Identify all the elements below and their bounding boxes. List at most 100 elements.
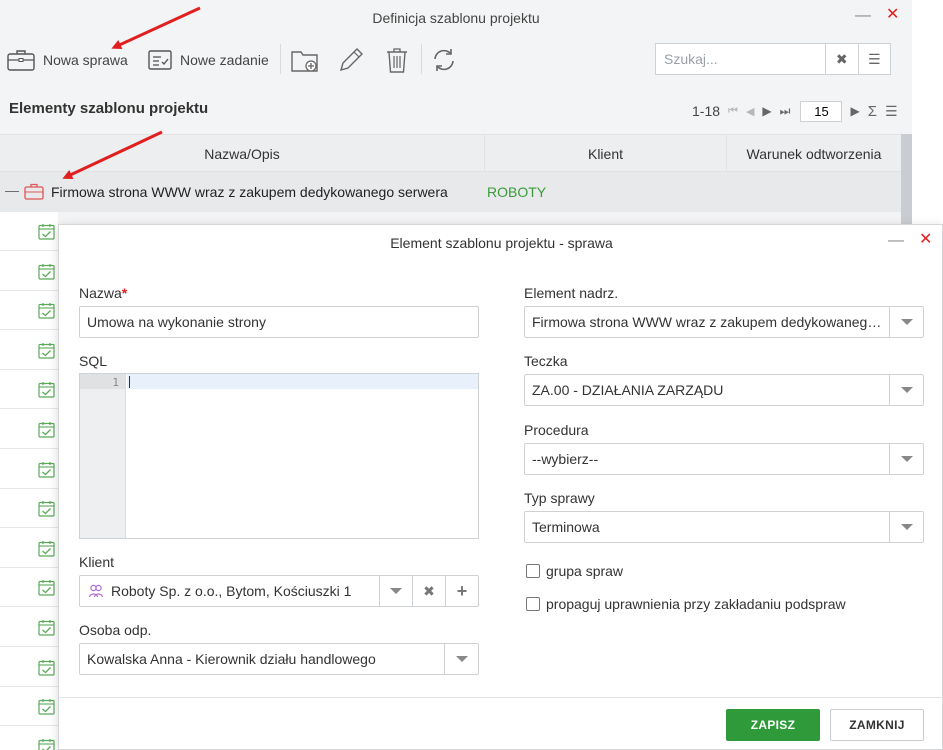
dialog-footer: ZAPISZ ZAMKNIJ (59, 697, 942, 749)
folder-select[interactable]: ZA.00 - DZIAŁANIA ZARZĄDU (524, 374, 924, 406)
sql-gutter: 1 (80, 374, 126, 538)
parent-value: Firmowa strona WWW wraz z zakupem dedyko… (532, 314, 888, 330)
folder-value: ZA.00 - DZIAŁANIA ZARZĄDU (532, 382, 724, 398)
new-case-button[interactable]: Nowa sprawa (7, 44, 128, 76)
task-calendar-icon (38, 224, 55, 240)
expand-icon[interactable]: ▶ (850, 104, 859, 118)
chevron-down-icon[interactable] (444, 644, 478, 674)
table-row[interactable] (0, 291, 58, 331)
parent-label: Element nadrz. (524, 285, 619, 301)
sql-editor[interactable]: 1 (79, 373, 479, 539)
table-row[interactable] (0, 568, 58, 608)
task-calendar-icon (38, 422, 55, 438)
table-row[interactable] (0, 687, 58, 727)
task-calendar-icon (38, 342, 55, 359)
row-name: Firmowa strona WWW wraz z zakupem dedyko… (51, 184, 448, 200)
propagate-permissions-label: propaguj uprawnienia przy zakładaniu pod… (546, 596, 846, 612)
procedure-label: Procedura (524, 422, 589, 438)
name-label-text: Nazwa (79, 285, 122, 301)
task-calendar-icon (38, 461, 55, 478)
table-row[interactable] (0, 727, 58, 750)
last-page-icon[interactable]: ⏭ (780, 104, 791, 119)
window-title: Definicja szablonu projektu (372, 10, 540, 26)
minimize-icon[interactable]: — (888, 233, 904, 249)
search-box: ✖ ☰ (655, 43, 891, 75)
table-row[interactable] (0, 608, 58, 647)
task-calendar-icon (38, 263, 55, 280)
toolbar-divider (421, 44, 422, 74)
procedure-select[interactable]: --wybierz-- (524, 443, 924, 475)
chevron-down-icon[interactable] (379, 576, 412, 606)
new-task-button[interactable]: Nowe zadanie (148, 44, 269, 76)
table-row[interactable] (0, 648, 58, 687)
name-input[interactable]: Umowa na wykonanie strony (79, 306, 479, 338)
trash-icon[interactable] (383, 46, 411, 74)
table-row[interactable] (0, 331, 58, 370)
chevron-down-icon[interactable] (889, 512, 923, 542)
table-row[interactable] (0, 212, 58, 251)
minimize-icon[interactable]: — (855, 8, 871, 24)
procedure-value: --wybierz-- (532, 451, 599, 467)
group-cases-option[interactable]: grupa spraw (526, 563, 623, 579)
columns-menu-icon[interactable]: ☰ (885, 103, 898, 120)
task-calendar-icon (38, 540, 55, 557)
table-row[interactable] (0, 489, 58, 529)
close-icon[interactable]: ✕ (919, 232, 932, 248)
new-case-label: Nowa sprawa (43, 52, 128, 68)
grid-header: Nazwa/Opis Klient Warunek odtworzenia (0, 134, 901, 173)
scrollbar-thumb[interactable] (901, 134, 912, 224)
column-header-name[interactable]: Nazwa/Opis (0, 135, 485, 173)
person-select[interactable]: Kowalska Anna - Kierownik działu handlow… (79, 643, 479, 675)
task-calendar-icon (38, 580, 55, 596)
clear-client-icon[interactable]: ✖ (412, 576, 445, 606)
prev-page-icon[interactable]: ◀ (746, 105, 754, 118)
menu-icon[interactable]: ☰ (857, 44, 891, 74)
client-field[interactable]: Roboty Sp. z o.o., Bytom, Kościuszki 1 ✖… (79, 575, 479, 607)
section-title: Elementy szablonu projektu (9, 100, 209, 117)
save-button[interactable]: ZAPISZ (726, 709, 820, 741)
close-button[interactable]: ZAMKNIJ (830, 709, 924, 741)
refresh-icon[interactable] (430, 46, 458, 74)
briefcase-icon (24, 183, 44, 200)
clear-search-icon[interactable]: ✖ (825, 44, 858, 74)
close-icon[interactable]: ✕ (886, 7, 899, 23)
search-input[interactable] (656, 44, 825, 74)
propagate-permissions-option[interactable]: propaguj uprawnienia przy zakładaniu pod… (526, 596, 846, 612)
person-value: Kowalska Anna - Kierownik działu handlow… (87, 651, 376, 667)
sum-icon[interactable]: Σ (868, 103, 877, 120)
text-cursor (129, 376, 130, 388)
first-page-icon[interactable]: ⏮ (728, 105, 738, 118)
propagate-permissions-checkbox[interactable] (526, 597, 540, 611)
toolbar-divider (280, 44, 281, 74)
pager: 1-18 ⏮ ◀ ▶ ⏭ ▶ Σ ☰ (692, 100, 898, 122)
task-calendar-icon (38, 382, 55, 398)
collapse-icon[interactable]: — (5, 182, 19, 198)
edit-pencil-icon[interactable] (337, 46, 365, 74)
row-client: ROBOTY (487, 184, 547, 200)
client-label: Klient (79, 554, 115, 570)
chevron-down-icon[interactable] (889, 375, 923, 405)
table-row[interactable] (0, 529, 58, 568)
case-type-select[interactable]: Terminowa (524, 511, 924, 543)
new-task-label: Nowe zadanie (180, 52, 269, 68)
table-row[interactable]: — Firmowa strona WWW wraz z zakupem dedy… (0, 172, 901, 212)
table-row[interactable] (0, 410, 58, 449)
table-row[interactable] (0, 252, 58, 291)
table-row[interactable] (0, 370, 58, 410)
task-row-list (0, 212, 58, 750)
chevron-down-icon[interactable] (889, 444, 923, 474)
add-folder-icon[interactable] (291, 46, 319, 74)
column-header-client[interactable]: Klient (485, 135, 727, 173)
group-cases-label: grupa spraw (546, 563, 624, 579)
add-client-icon[interactable]: + (445, 576, 478, 606)
group-cases-checkbox[interactable] (526, 564, 540, 578)
name-label: Nazwa* (79, 285, 127, 301)
column-header-condition[interactable]: Warunek odtworzenia (727, 135, 901, 173)
task-calendar-icon (38, 659, 55, 676)
parent-select[interactable]: Firmowa strona WWW wraz z zakupem dedyko… (524, 306, 924, 338)
chevron-down-icon[interactable] (889, 307, 923, 337)
task-calendar-icon (38, 738, 55, 750)
next-page-icon[interactable]: ▶ (762, 104, 771, 118)
page-size-input[interactable] (800, 100, 843, 122)
table-row[interactable] (0, 450, 58, 489)
